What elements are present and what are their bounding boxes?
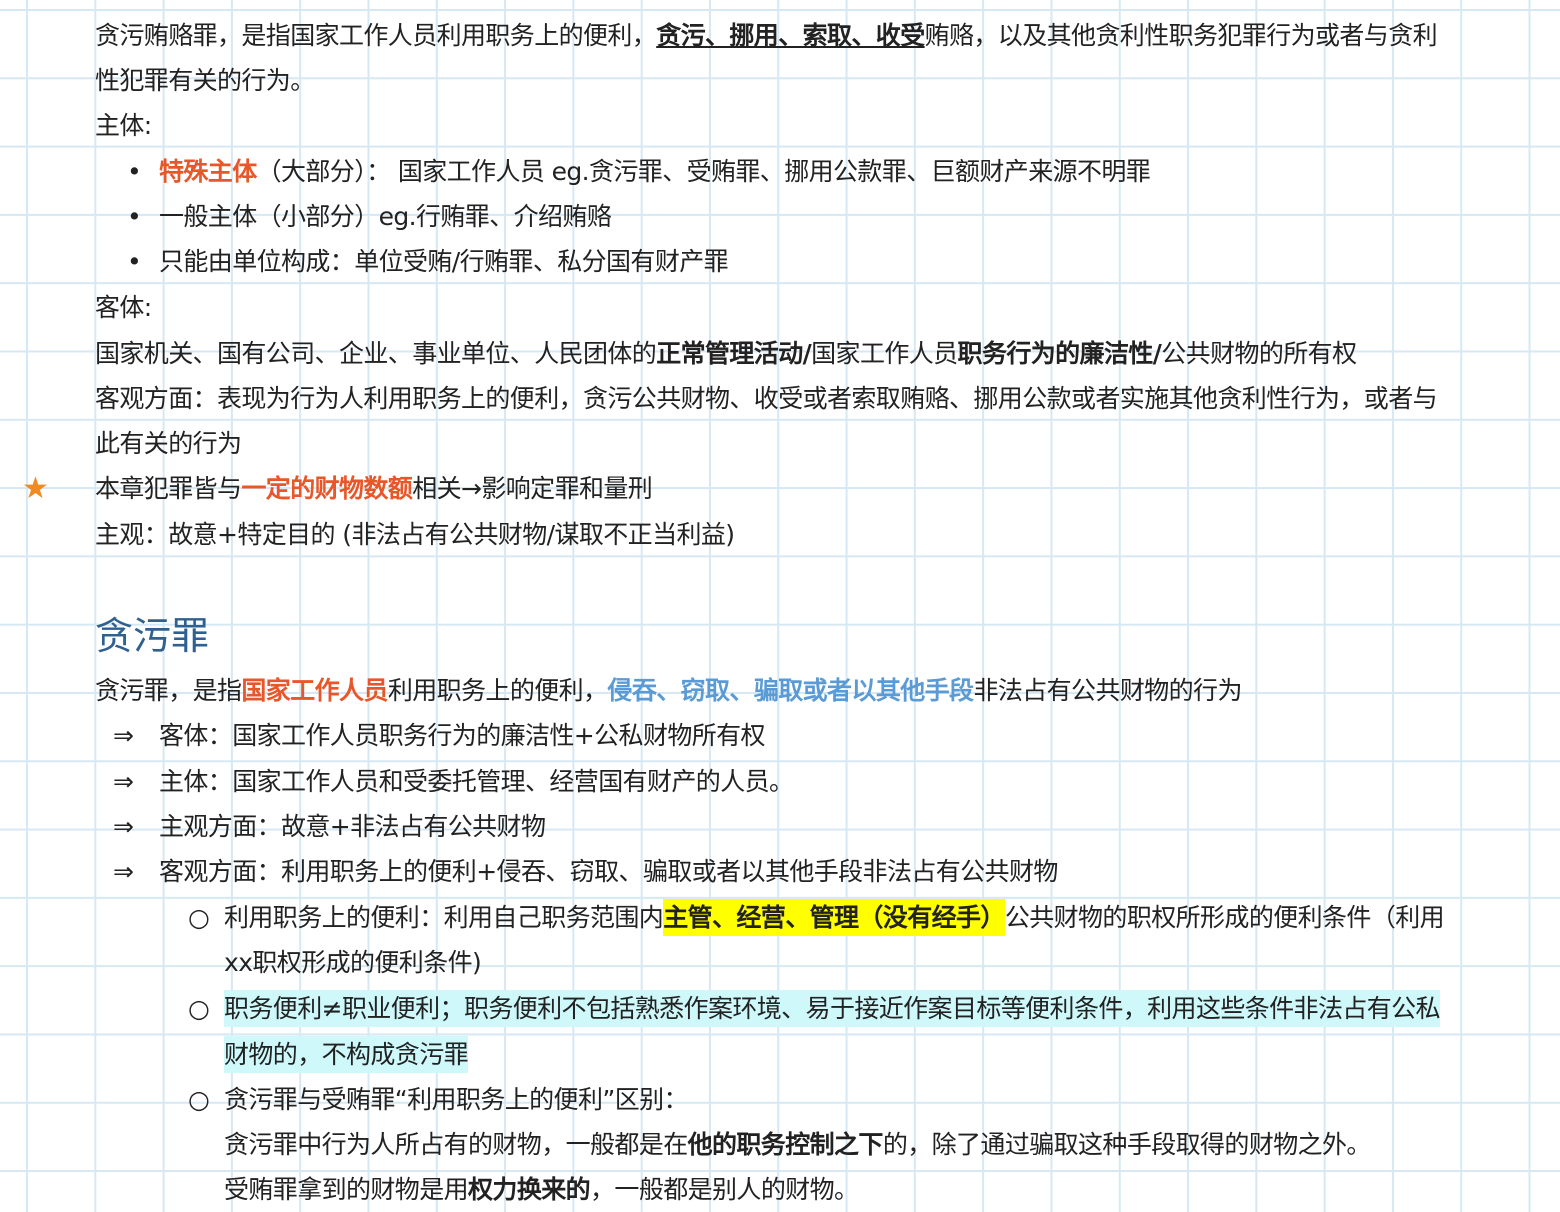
note-line: 贪污罪与受贿罪“利用职务上的便利”区别：: [224, 1078, 689, 1122]
note-line: 主体:: [95, 104, 152, 148]
text-run: xx职权形成的便利条件): [224, 948, 482, 977]
arrow-icon: ⇒: [113, 812, 134, 841]
text-run: 主观：故意+特定目的 (非法占有公共财物/谋取不正当利益): [95, 520, 735, 549]
section-heading: 贪污罪: [95, 614, 210, 658]
note-line: 职务便利≠职业便利；职务便利不包括熟悉作案环境、易于接近作案目标等便利条件，利用…: [224, 987, 1441, 1031]
orange-text-run: 国家工作人员: [241, 676, 388, 705]
note-line: 财物的，不构成贪污罪: [224, 1033, 469, 1077]
note-line: 一般主体（小部分）eg.行贿罪、介绍贿赂: [159, 195, 612, 239]
text-run: 非法占有公共财物的行为: [973, 676, 1242, 705]
circle-icon: ○: [188, 903, 210, 932]
note-line: 利用职务上的便利：利用自己职务范围内主管、经营、管理（没有经手）公共财物的职权所…: [224, 896, 1445, 940]
text-run: 贪污罪中行为人所占有的财物，一般都是在: [224, 1130, 688, 1159]
text-run: 一般主体（小部分）eg.行贿罪、介绍贿赂: [159, 202, 612, 231]
bold-text-run: 正常管理活动/: [656, 339, 812, 368]
text-run: 贪污罪与受贿罪“利用职务上的便利”区别：: [224, 1085, 689, 1114]
text-run: 客体:: [95, 293, 152, 322]
bold-text-run: 权力换来的: [468, 1175, 591, 1204]
text-run: 公共财物的所有权: [1161, 339, 1357, 368]
note-line: 此有关的行为: [95, 422, 242, 466]
bold-text-run: 职务行为的廉洁性/: [957, 339, 1162, 368]
text-run: ，一般都是别人的财物。: [590, 1175, 859, 1204]
note-line: 特殊主体（大部分）： 国家工作人员 eg.贪污罪、受贿罪、挪用公款罪、巨额财产来…: [159, 150, 1151, 194]
text-run: 贪污贿赂罪，是指国家工作人员利用职务上的便利，: [95, 21, 657, 50]
text-run: 贿赂，以及其他贪利性职务犯罪行为或者与贪利: [924, 21, 1438, 50]
text-run: 客体：国家工作人员职务行为的廉洁性+公私财物所有权: [159, 721, 766, 750]
text-run: 公共财物的职权所形成的便利条件（利用: [1004, 903, 1445, 932]
text-run: 利用职务上的便利：利用自己职务范围内: [224, 903, 664, 932]
text-run: 利用职务上的便利，: [387, 676, 608, 705]
text-run: 客观方面：利用职务上的便利+侵吞、窃取、骗取或者以其他手段非法占有公共财物: [159, 857, 1058, 886]
note-line: 主观：故意+特定目的 (非法占有公共财物/谋取不正当利益): [95, 513, 735, 557]
hl-cyan-text-run: 职务便利≠职业便利；职务便利不包括熟悉作案环境、易于接近作案目标等便利条件，利用…: [224, 990, 1441, 1027]
note-line: 主观方面：故意+非法占有公共财物: [159, 805, 546, 849]
arrow-icon: ⇒: [113, 721, 134, 750]
circle-icon: ○: [188, 994, 210, 1023]
note-line: 主体：国家工作人员和受委托管理、经营国有财产的人员。: [159, 760, 794, 804]
hl-yellow-text-run: 主管、经营、管理（没有经手）: [663, 899, 1005, 936]
text-run: 受贿罪拿到的财物是用: [224, 1175, 469, 1204]
note-line: 国家机关、国有公司、企业、事业单位、人民团体的正常管理活动/国家工作人员职务行为…: [95, 332, 1357, 376]
hl-cyan-text-run: 财物的，不构成贪污罪: [224, 1036, 469, 1073]
note-line: xx职权形成的便利条件): [224, 941, 482, 985]
text-run: 客观方面：表现为行为人利用职务上的便利，贪污公共财物、收受或者索取贿赂、挪用公款…: [95, 384, 1438, 413]
text-run: （大部分）： 国家工作人员 eg.贪污罪、受贿罪、挪用公款罪、巨额财产来源不明罪: [256, 157, 1151, 186]
bullet-icon: •: [127, 157, 142, 186]
note-line: 贪污罪中行为人所占有的财物，一般都是在他的职务控制之下的，除了通过骗取这种手段取…: [224, 1123, 1371, 1167]
circle-icon: ○: [188, 1085, 210, 1114]
text-run: 国家工作人员: [811, 339, 958, 368]
note-line: 贪污贿赂罪，是指国家工作人员利用职务上的便利，贪污、挪用、索取、收受贿赂，以及其…: [95, 14, 1438, 58]
note-line: 客体：国家工作人员职务行为的廉洁性+公私财物所有权: [159, 714, 766, 758]
text-run: 国家机关、国有公司、企业、事业单位、人民团体的: [95, 339, 657, 368]
orange-text-run: 一定的财物数额: [241, 474, 413, 503]
text-run: 主体:: [95, 111, 152, 140]
bold-underline-text-run: 贪污、挪用、索取、收受: [656, 21, 925, 50]
bullet-icon: •: [127, 202, 142, 231]
text-run: 的，除了通过骗取这种手段取得的财物之外。: [882, 1130, 1372, 1159]
bold-text-run: 他的职务控制之下: [687, 1130, 884, 1159]
orange-text-run: 特殊主体: [159, 157, 257, 186]
bullet-icon: •: [127, 247, 142, 276]
text-run: 相关→影响定罪和量刑: [412, 474, 653, 503]
note-line: 客观方面：表现为行为人利用职务上的便利，贪污公共财物、收受或者索取贿赂、挪用公款…: [95, 377, 1438, 421]
text-run: 主观方面：故意+非法占有公共财物: [159, 812, 546, 841]
text-run: 此有关的行为: [95, 429, 242, 458]
note-line: 本章犯罪皆与一定的财物数额相关→影响定罪和量刑: [95, 467, 653, 511]
note-line: 客观方面：利用职务上的便利+侵吞、窃取、骗取或者以其他手段非法占有公共财物: [159, 850, 1058, 894]
text-run: 性犯罪有关的行为。: [95, 66, 315, 95]
note-line: 客体:: [95, 286, 152, 330]
note-line: 只能由单位构成：单位受贿/行贿罪、私分国有财产罪: [159, 240, 729, 284]
text-run: 本章犯罪皆与: [95, 474, 242, 503]
text-run: 贪污罪，是指: [95, 676, 242, 705]
text-run: 主体：国家工作人员和受委托管理、经营国有财产的人员。: [159, 767, 794, 796]
arrow-icon: ⇒: [113, 857, 134, 886]
blue-text-run: 侵吞、窃取、骗取或者以其他手段: [607, 676, 974, 705]
star-icon: ★: [22, 471, 49, 506]
text-run: 只能由单位构成：单位受贿/行贿罪、私分国有财产罪: [159, 247, 729, 276]
note-line: 性犯罪有关的行为。: [95, 59, 315, 103]
note-line: 贪污罪，是指国家工作人员利用职务上的便利，侵吞、窃取、骗取或者以其他手段非法占有…: [95, 669, 1242, 713]
arrow-icon: ⇒: [113, 767, 134, 796]
note-line: 受贿罪拿到的财物是用权力换来的，一般都是别人的财物。: [224, 1168, 859, 1212]
